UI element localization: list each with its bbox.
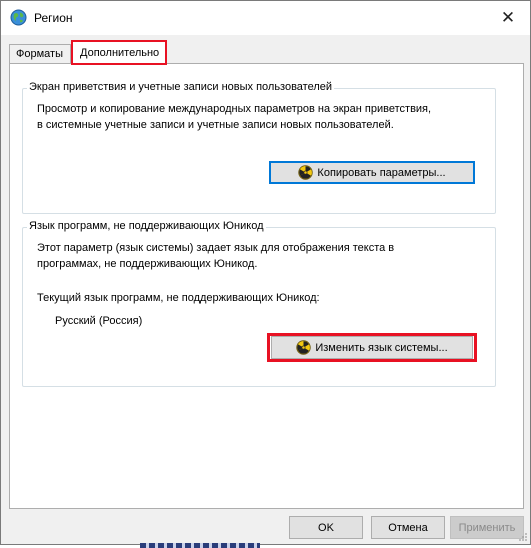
region-dialog: Регион ✕ Форматы Дополнительно Экран при… — [0, 0, 531, 545]
welcome-description-line2: в системные учетные записи и учетные зап… — [37, 119, 394, 131]
tab-panel-advanced: Экран приветствия и учетные записи новых… — [9, 63, 524, 509]
copy-settings-label: Копировать параметры... — [317, 166, 446, 179]
tab-advanced[interactable]: Дополнительно — [71, 40, 167, 65]
nonunicode-group: Язык программ, не поддерживающих Юникод … — [22, 220, 496, 387]
apply-button[interactable]: Применить — [450, 516, 524, 539]
nonunicode-group-legend: Язык программ, не поддерживающих Юникод — [27, 220, 266, 232]
uac-shield-icon — [296, 340, 312, 355]
welcome-group-legend: Экран приветствия и учетные записи новых… — [27, 81, 335, 93]
close-button[interactable]: ✕ — [486, 1, 530, 34]
change-system-locale-label: Изменить язык системы... — [315, 341, 448, 354]
resize-grip-icon[interactable] — [518, 532, 528, 542]
background-fragment-bottom — [140, 543, 260, 548]
cancel-button[interactable]: Отмена — [371, 516, 445, 539]
globe-icon — [10, 9, 27, 26]
tab-strip: Форматы Дополнительно — [9, 40, 524, 65]
current-language-label: Текущий язык программ, не поддерживающих… — [37, 292, 320, 304]
window-title: Регион — [34, 11, 73, 25]
nonunicode-description-line1: Этот параметр (язык системы) задает язык… — [37, 242, 395, 254]
current-language-value: Русский (Россия) — [55, 315, 143, 327]
welcome-description-line1: Просмотр и копирование международных пар… — [37, 103, 432, 115]
copy-settings-button[interactable]: Копировать параметры... — [269, 161, 475, 184]
close-icon: ✕ — [500, 7, 516, 27]
tab-formats[interactable]: Форматы — [9, 44, 71, 64]
change-system-locale-button[interactable]: Изменить язык системы... — [271, 336, 473, 359]
nonunicode-description-line2: программах, не поддерживающих Юникод. — [37, 258, 258, 270]
welcome-screen-group: Экран приветствия и учетные записи новых… — [22, 81, 496, 214]
uac-shield-icon — [298, 165, 314, 180]
title-bar: Регион ✕ — [1, 1, 530, 35]
ok-button[interactable]: OK — [289, 516, 363, 539]
